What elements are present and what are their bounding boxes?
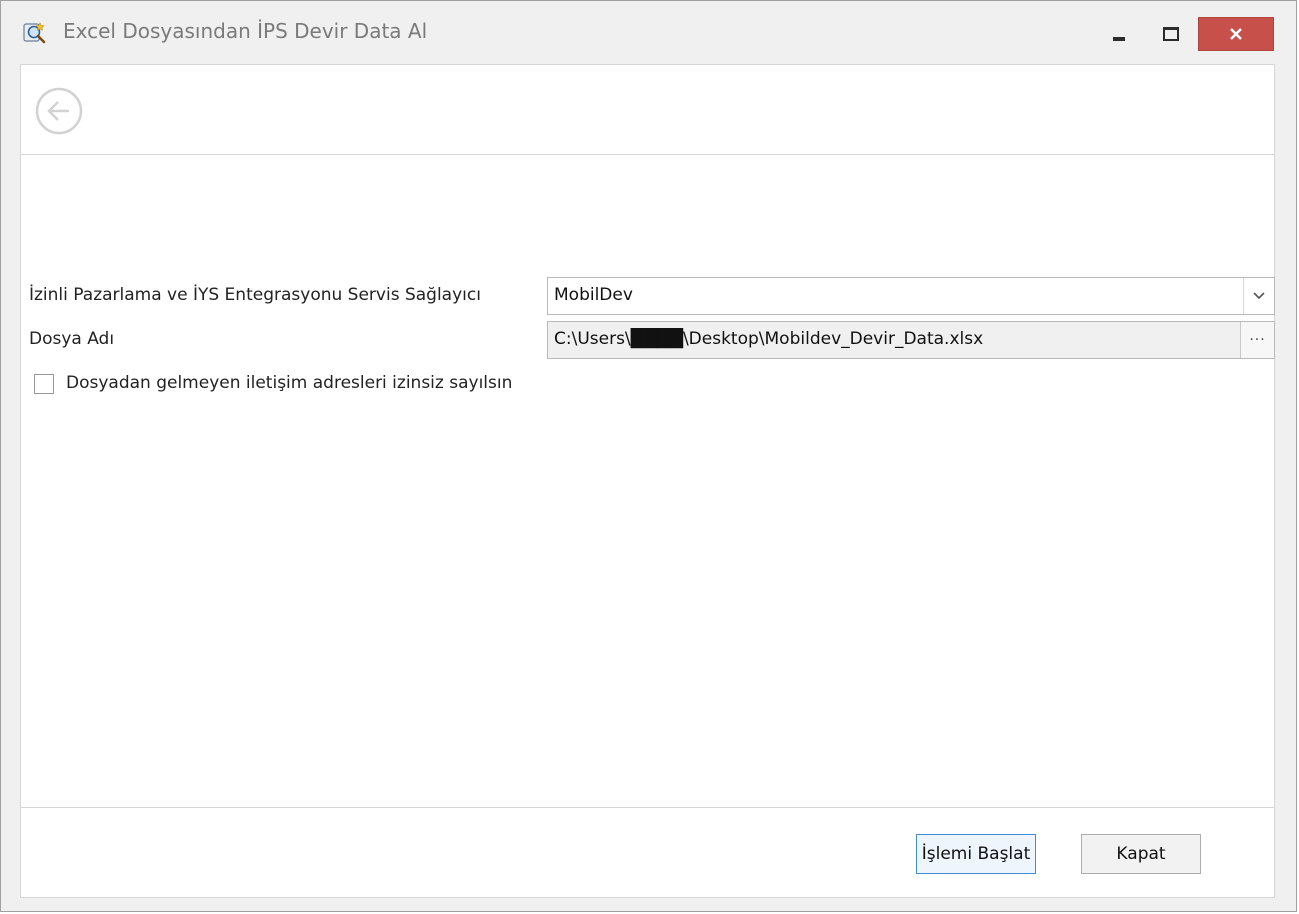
close-window-button[interactable] — [1198, 17, 1274, 51]
provider-value: MobilDev — [554, 285, 633, 305]
close-button[interactable]: Kapat — [1081, 834, 1201, 874]
title-bar[interactable]: Excel Dosyasından İPS Devir Data Al — [1, 1, 1296, 63]
maximize-button[interactable] — [1147, 17, 1195, 51]
maximize-icon — [1163, 27, 1179, 41]
window-title: Excel Dosyasından İPS Devir Data Al — [63, 19, 428, 43]
minimize-button[interactable] — [1095, 17, 1143, 51]
browse-button[interactable]: ··· — [1240, 322, 1274, 358]
minimize-icon — [1113, 37, 1125, 41]
app-wizard-icon — [23, 21, 47, 45]
wizard-toolbar — [21, 65, 1274, 155]
provider-select[interactable]: MobilDev — [547, 277, 1275, 315]
back-arrow-icon — [35, 87, 83, 135]
checkbox-label[interactable]: Dosyadan gelmeyen iletişim adresleri izi… — [66, 373, 512, 393]
file-label: Dosya Adı — [29, 329, 115, 349]
dialog-content: İzinli Pazarlama ve İYS Entegrasyonu Ser… — [20, 64, 1275, 898]
provider-label: İzinli Pazarlama ve İYS Entegrasyonu Ser… — [29, 285, 481, 305]
file-path-field[interactable]: C:\Users\████\Desktop\Mobildev_Devir_Dat… — [547, 321, 1275, 359]
file-path-value: C:\Users\████\Desktop\Mobildev_Devir_Dat… — [554, 329, 984, 349]
back-button[interactable] — [33, 85, 85, 137]
start-process-button[interactable]: İşlemi Başlat — [916, 834, 1036, 874]
dropdown-button[interactable] — [1243, 278, 1274, 314]
dialog-window: Excel Dosyasından İPS Devir Data Al İzin… — [0, 0, 1297, 912]
close-icon — [1230, 28, 1242, 40]
chevron-down-icon — [1253, 292, 1265, 300]
footer-divider — [21, 807, 1274, 808]
unimported-unconsented-checkbox[interactable] — [34, 374, 54, 394]
